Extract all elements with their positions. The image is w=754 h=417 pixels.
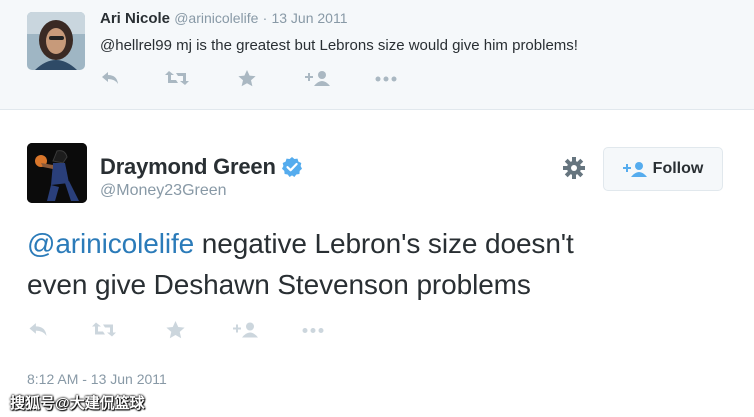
watermark: 搜狐号@大建侃篮球 xyxy=(10,395,145,412)
main-author-name[interactable]: Draymond Green xyxy=(100,154,276,180)
reply-separator: · xyxy=(262,10,268,26)
retweet-icon[interactable] xyxy=(164,70,190,91)
reply-icon[interactable] xyxy=(100,70,120,91)
favorite-icon[interactable] xyxy=(166,321,185,344)
reply-author-name[interactable]: Ari Nicole xyxy=(100,10,170,27)
follow-user-icon xyxy=(622,162,647,177)
follow-icon[interactable] xyxy=(305,70,331,91)
reply-date[interactable]: 13 Jun 2011 xyxy=(271,10,347,26)
verified-badge-icon xyxy=(281,157,302,177)
tweet-timestamp[interactable]: 8:12 AM - 13 Jun 2011 xyxy=(27,371,167,387)
follow-button-label: Follow xyxy=(652,160,704,177)
mention-link[interactable]: @arinicolelife xyxy=(27,228,194,259)
tweet-text-line1: negative Lebron's size doesn't xyxy=(194,228,574,259)
favorite-icon[interactable] xyxy=(238,70,256,92)
reply-text: @hellrel99 mj is the greatest but Lebron… xyxy=(100,37,578,54)
main-author-handle[interactable]: @Money23Green xyxy=(100,182,227,200)
avatar-photo xyxy=(27,12,85,70)
reply-icon[interactable] xyxy=(27,321,49,343)
tweet-text-line2: even give Deshawn Stevenson problems xyxy=(27,269,531,300)
main-avatar[interactable] xyxy=(27,143,87,203)
reply-header: Ari Nicole @arinicolelife · 13 Jun 2011 xyxy=(100,10,348,27)
reply-avatar[interactable] xyxy=(27,12,85,70)
tweet-text: @arinicolelife negative Lebron's size do… xyxy=(27,223,727,305)
avatar-photo xyxy=(27,143,87,203)
follow-button[interactable]: Follow xyxy=(603,147,723,191)
reply-tweet[interactable]: Ari Nicole @arinicolelife · 13 Jun 2011 … xyxy=(0,0,754,110)
main-tweet[interactable]: Draymond Green @Money23Green Follow @ari… xyxy=(0,111,754,417)
gear-icon[interactable] xyxy=(563,157,585,179)
main-author-row: Draymond Green xyxy=(100,154,302,180)
retweet-icon[interactable] xyxy=(91,321,117,343)
more-icon[interactable] xyxy=(374,70,398,91)
more-icon[interactable] xyxy=(301,321,325,343)
reply-author-handle[interactable]: @arinicolelife xyxy=(174,10,258,26)
follow-icon[interactable] xyxy=(233,321,259,343)
